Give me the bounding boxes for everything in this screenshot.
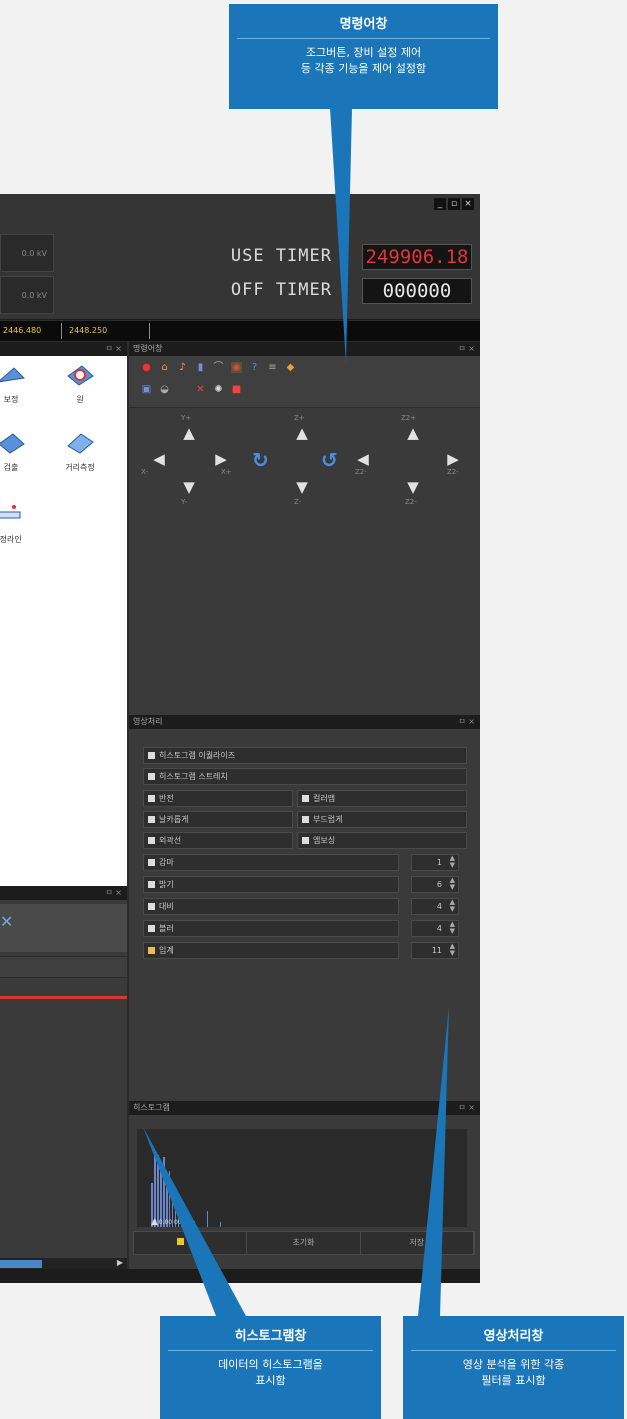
callout-desc-line1: 영상 분석을 위한 각종 bbox=[462, 1358, 565, 1371]
callout-desc-line2: 표시함 bbox=[255, 1374, 286, 1387]
imageproc-window-callout: 영상처리창 영상 분석을 위한 각종 필터를 표시함 bbox=[403, 1316, 624, 1419]
callout-title: 명령어창 bbox=[237, 4, 490, 39]
callout-desc-line1: 조그버튼, 장비 설정 제어 bbox=[305, 46, 422, 59]
callout-title: 히스토그램창 bbox=[168, 1316, 373, 1351]
histogram-window-callout: 히스토그램창 데이터의 히스토그램을 표시함 bbox=[160, 1316, 381, 1419]
callout-description: 영상 분석을 위한 각종 필터를 표시함 bbox=[403, 1351, 624, 1395]
callout-desc-line2: 필터를 표시함 bbox=[481, 1374, 546, 1387]
callout-desc-line1: 데이터의 히스토그램을 bbox=[218, 1358, 323, 1371]
callout-title: 영상처리창 bbox=[411, 1316, 616, 1351]
callout-description: 조그버튼, 장비 설정 제어 등 각종 기능을 제어 설정함 bbox=[229, 39, 498, 83]
callout-desc-line2: 등 각종 기능을 제어 설정함 bbox=[300, 62, 427, 75]
leader-command bbox=[330, 108, 352, 364]
command-window-callout: 명령어창 조그버튼, 장비 설정 제어 등 각종 기능을 제어 설정함 bbox=[229, 4, 498, 109]
callout-description: 데이터의 히스토그램을 표시함 bbox=[160, 1351, 381, 1395]
callout-leader-lines bbox=[143, 108, 449, 1316]
leader-histogram bbox=[143, 1127, 246, 1316]
leader-imageproc bbox=[418, 1006, 449, 1316]
